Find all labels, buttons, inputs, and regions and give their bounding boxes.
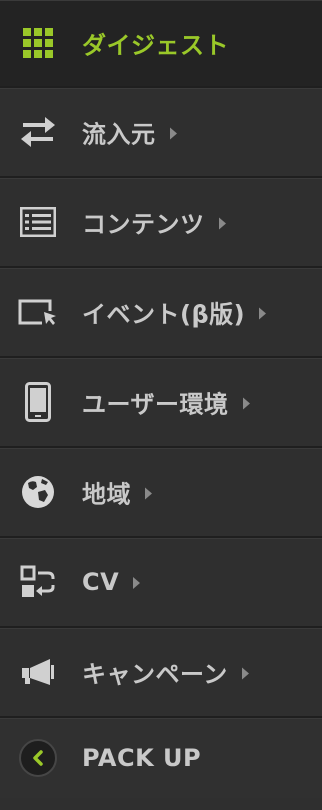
pack-up-icon-wrapper (18, 738, 58, 778)
nav-item-label: ダイジェスト (82, 31, 229, 60)
grid-icon (18, 23, 58, 63)
caret-right-icon (145, 487, 152, 499)
cursor-window-icon (18, 292, 58, 332)
caret-right-icon (169, 127, 177, 139)
pack-up-button[interactable]: PACK UP (0, 718, 322, 798)
nav-item-label: 地域 (82, 475, 152, 510)
swap-arrows-icon (18, 112, 58, 152)
nav-item-campaign[interactable]: キャンペーン (0, 628, 322, 718)
chevron-left-icon (19, 739, 57, 777)
nav-item-referrer[interactable]: 流入元 (0, 88, 322, 178)
nav-item-region[interactable]: 地域 (0, 448, 322, 538)
nav-item-contents[interactable]: コンテンツ (0, 178, 322, 268)
sidebar-nav: ダイジェスト 流入元 コンテンツ イベント(β版) ユーザー環境 地域 CV キ… (0, 0, 322, 810)
caret-right-icon (218, 217, 226, 229)
caret-right-icon (133, 577, 141, 589)
megaphone-icon (18, 652, 58, 692)
pack-up-label: PACK UP (82, 744, 202, 772)
nav-item-user-env[interactable]: ユーザー環境 (0, 358, 322, 448)
nav-item-label: コンテンツ (82, 205, 226, 240)
nav-item-event[interactable]: イベント(β版) (0, 268, 322, 358)
caret-right-icon (241, 667, 249, 679)
smartphone-icon (18, 382, 58, 422)
conversion-icon (18, 562, 58, 602)
nav-item-cv[interactable]: CV (0, 538, 322, 628)
nav-item-label: イベント(β版) (82, 295, 267, 330)
nav-item-label: CV (82, 568, 141, 596)
nav-item-label: キャンペーン (82, 655, 249, 690)
nav-item-digest[interactable]: ダイジェスト (0, 0, 322, 88)
caret-right-icon (242, 397, 250, 409)
nav-item-label: ユーザー環境 (82, 385, 250, 420)
list-icon (18, 202, 58, 242)
caret-right-icon (259, 307, 267, 319)
nav-item-label: 流入元 (82, 115, 177, 150)
globe-icon (18, 472, 58, 512)
